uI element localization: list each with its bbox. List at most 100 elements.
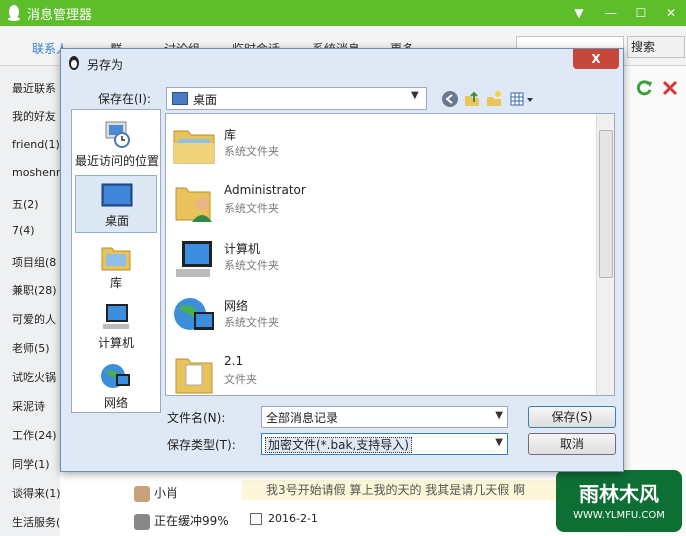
- file-list-scrollbar[interactable]: [596, 114, 614, 395]
- avatar: [134, 513, 150, 530]
- up-folder-icon[interactable]: [463, 90, 481, 108]
- sidebar-item[interactable]: 同学(1): [12, 456, 50, 472]
- sidebar-item[interactable]: moshenre: [12, 166, 67, 179]
- contact-row[interactable]: 正在缓冲99%: [134, 512, 229, 530]
- close-button[interactable]: ✕: [662, 4, 680, 22]
- file-type: 系统文件夹: [224, 202, 279, 215]
- library-folder-icon: [173, 130, 215, 164]
- user-folder-icon: [175, 187, 212, 222]
- network-icon: [174, 298, 214, 330]
- delete-icon[interactable]: [660, 78, 680, 98]
- title-bar: 消息管理器 ▼ — ☐ ✕: [0, 0, 686, 26]
- file-list: 库 系统文件夹 Administrator 系统文件夹 计算机 系统文件夹 网络…: [165, 113, 615, 396]
- place-network[interactable]: 网络: [75, 358, 157, 414]
- sidebar-item[interactable]: 谈得来(1): [12, 485, 61, 501]
- file-item[interactable]: 库 系统文件夹: [166, 120, 590, 177]
- sidebar-item[interactable]: friend(1): [12, 138, 60, 151]
- sidebar-item[interactable]: 工作(24): [12, 427, 57, 443]
- desktop-icon: [101, 183, 133, 207]
- view-menu-icon[interactable]: [509, 90, 535, 108]
- avatar: [134, 485, 150, 502]
- file-name: 2.1: [224, 354, 244, 368]
- filename-input[interactable]: 全部消息记录 ▼: [261, 406, 508, 428]
- file-item[interactable]: 2.1 文件夹: [166, 348, 590, 395]
- dialog-title: 另存为: [87, 58, 124, 72]
- save-as-dialog: 另存为 X 保存在(I): 桌面 ▼ 最近访问的位置 桌面 库 计算机 网络 库…: [60, 48, 624, 472]
- file-name: Administrator: [224, 183, 306, 197]
- network-icon: [101, 364, 130, 388]
- contact-name: 正在缓冲99%: [154, 514, 229, 528]
- sidebar-item[interactable]: 试吃火锅: [12, 369, 56, 385]
- back-icon[interactable]: [441, 90, 459, 108]
- file-type: 文件夹: [224, 373, 257, 386]
- watermark-brand: 雨林木风: [579, 482, 659, 506]
- place-label: 库: [109, 276, 122, 290]
- app-title: 消息管理器: [27, 8, 93, 23]
- date-text: 2016-2-1: [268, 512, 318, 525]
- minimize-button[interactable]: —: [602, 4, 620, 22]
- place-label: 计算机: [97, 336, 134, 350]
- file-item[interactable]: 计算机 系统文件夹: [166, 234, 590, 291]
- watermark-logo: 雨林木风 WWW.YLMFU.COM: [556, 470, 682, 532]
- save-button[interactable]: 保存(S): [528, 406, 616, 428]
- places-bar: 最近访问的位置 桌面 库 计算机 网络: [71, 109, 161, 413]
- place-recent[interactable]: 最近访问的位置: [75, 116, 160, 172]
- filename-value: 全部消息记录: [266, 411, 339, 425]
- save-location-select[interactable]: 桌面 ▼: [166, 87, 427, 110]
- contact-name: 小肖: [154, 486, 179, 500]
- filetype-label: 保存类型(T):: [167, 438, 236, 452]
- save-in-label: 保存在(I):: [98, 92, 151, 106]
- watermark-url: WWW.YLMFU.COM: [573, 510, 665, 521]
- sidebar-item[interactable]: 7(4): [12, 224, 35, 237]
- file-item[interactable]: 网络 系统文件夹: [166, 291, 590, 348]
- filetype-value: 加密文件(*.bak,支持导入): [265, 437, 412, 453]
- folder-icon: [175, 358, 213, 394]
- place-library[interactable]: 库: [75, 238, 157, 294]
- place-label: 最近访问的位置: [75, 154, 160, 168]
- qq-penguin-icon: [69, 56, 79, 70]
- new-folder-icon[interactable]: [485, 90, 503, 108]
- maximize-button[interactable]: ☐: [632, 4, 650, 22]
- location-value: 桌面: [193, 93, 218, 107]
- sidebar-item[interactable]: 生活服务(3: [12, 514, 67, 530]
- sidebar-item[interactable]: 项目组(8: [12, 254, 56, 270]
- place-label: 网络: [103, 396, 128, 410]
- right-panel: [624, 66, 686, 536]
- sidebar-item[interactable]: 我的好友: [12, 108, 56, 124]
- chevron-down-icon[interactable]: ▼: [495, 410, 503, 421]
- file-type: 系统文件夹: [224, 259, 279, 272]
- cancel-button[interactable]: 取消: [528, 433, 616, 455]
- file-name: 库: [224, 128, 237, 142]
- place-computer[interactable]: 计算机: [75, 298, 157, 354]
- file-item[interactable]: Administrator 系统文件夹: [166, 177, 590, 234]
- chevron-down-icon: ▼: [411, 90, 419, 101]
- chevron-down-icon[interactable]: ▼: [495, 437, 503, 448]
- filetype-select[interactable]: 加密文件(*.bak,支持导入) ▼: [261, 433, 508, 455]
- sidebar-item[interactable]: 采泥诗: [12, 398, 45, 414]
- computer-icon: [103, 304, 129, 329]
- sidebar-item[interactable]: 可爱的人: [12, 311, 56, 327]
- message-date: 2016-2-1: [250, 512, 318, 525]
- sidebar-item[interactable]: 老师(5): [12, 340, 50, 356]
- dialog-close-button[interactable]: X: [573, 49, 619, 69]
- library-icon: [101, 247, 131, 271]
- sidebar-item[interactable]: 最近联系: [12, 80, 56, 96]
- computer-icon: [176, 241, 212, 277]
- file-type: 系统文件夹: [224, 316, 279, 329]
- desktop-icon: [172, 92, 188, 105]
- file-name: 网络: [224, 299, 249, 313]
- calendar-icon: [250, 513, 262, 525]
- dropdown-icon[interactable]: ▼: [570, 4, 588, 22]
- file-type: 系统文件夹: [224, 145, 279, 158]
- place-label: 桌面: [104, 214, 129, 228]
- filename-label: 文件名(N):: [167, 411, 226, 425]
- sidebar-item[interactable]: 兼职(28): [12, 282, 57, 298]
- scrollbar-thumb[interactable]: [599, 130, 613, 278]
- place-desktop[interactable]: 桌面: [75, 175, 157, 233]
- refresh-icon[interactable]: [634, 78, 654, 98]
- qq-penguin-icon: [8, 5, 20, 21]
- file-name: 计算机: [224, 242, 261, 256]
- contact-row[interactable]: 小肖: [134, 484, 178, 502]
- search-button[interactable]: 搜索: [627, 36, 685, 58]
- sidebar-item[interactable]: 五(2): [12, 196, 39, 212]
